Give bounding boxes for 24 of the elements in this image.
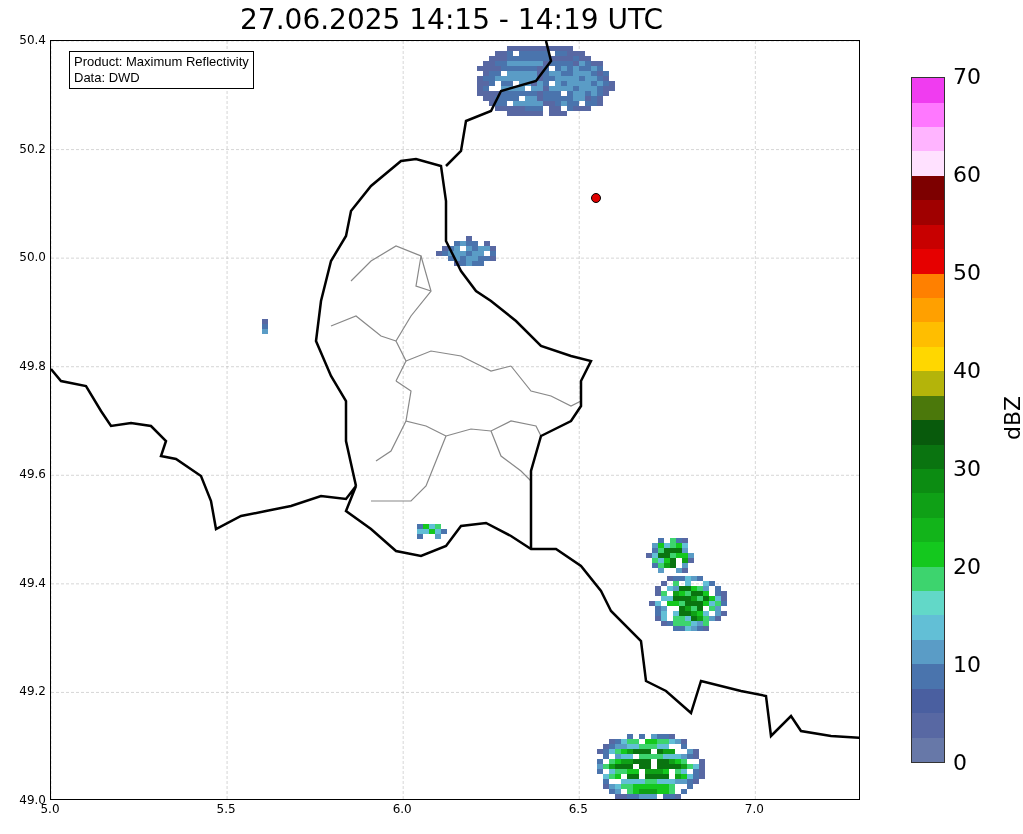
colorbar-tick-label: 30 bbox=[953, 458, 981, 480]
colorbar-tick-label: 10 bbox=[953, 654, 981, 676]
x-tick-label: 5.5 bbox=[215, 803, 237, 815]
x-tick-label: 6.5 bbox=[567, 803, 589, 815]
colorbar-tick-label: 60 bbox=[953, 164, 981, 186]
x-tick-label: 7.0 bbox=[743, 803, 765, 815]
chart-title: 27.06.2025 14:15 - 14:19 UTC bbox=[240, 6, 663, 34]
colorbar-tick-label: 0 bbox=[953, 752, 967, 774]
colorbar-tick-label: 50 bbox=[953, 262, 981, 284]
colorbar-tick-label: 70 bbox=[953, 66, 981, 88]
info-text: Product: Maximum Reflectivity bbox=[74, 54, 249, 70]
x-tick-label: 6.0 bbox=[391, 803, 413, 815]
info-text: Data: DWD bbox=[74, 70, 141, 86]
colorbar-tick-label: 40 bbox=[953, 360, 981, 382]
x-tick-label: 5.0 bbox=[40, 803, 61, 815]
y-tick-label: 49.2 bbox=[19, 685, 46, 698]
y-tick-label: 50.0 bbox=[19, 251, 46, 264]
colorbar-tick-label: 20 bbox=[953, 556, 981, 578]
y-tick-label: 50.4 bbox=[19, 34, 46, 46]
y-tick-label: 50.2 bbox=[19, 142, 46, 155]
y-tick-label: 49.4 bbox=[19, 576, 46, 589]
y-tick-label: 49.8 bbox=[19, 359, 46, 372]
y-tick-label: 49.6 bbox=[19, 468, 46, 481]
colorbar-label: dBZ bbox=[1002, 395, 1023, 441]
